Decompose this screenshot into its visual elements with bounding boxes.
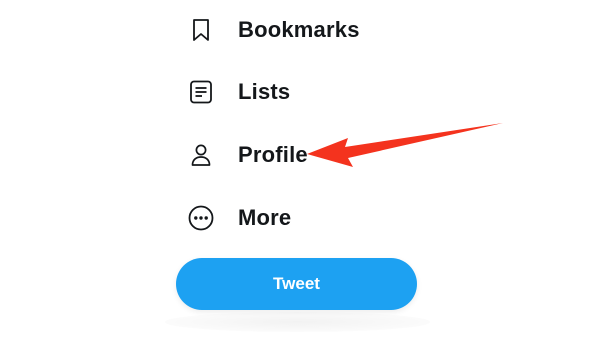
sidebar-item-label: Profile <box>238 142 308 167</box>
more-icon <box>186 203 216 233</box>
sidebar-item-label: Bookmarks <box>238 17 360 42</box>
sidebar-item-label: Lists <box>238 79 291 104</box>
bookmark-icon <box>186 15 216 45</box>
sidebar-item-profile[interactable]: Profile <box>168 133 368 177</box>
sidebar-item-label: More <box>238 205 292 230</box>
profile-icon <box>186 140 216 170</box>
tweet-button[interactable]: Tweet <box>176 258 417 310</box>
twitter-sidebar-page: Bookmarks Lists Profile More Tweet <box>0 0 600 343</box>
sidebar-item-more[interactable]: More <box>168 196 368 240</box>
tweet-button-shadow <box>165 312 430 332</box>
sidebar-item-bookmarks[interactable]: Bookmarks <box>168 8 368 52</box>
sidebar-item-lists[interactable]: Lists <box>168 70 368 114</box>
list-icon <box>186 77 216 107</box>
